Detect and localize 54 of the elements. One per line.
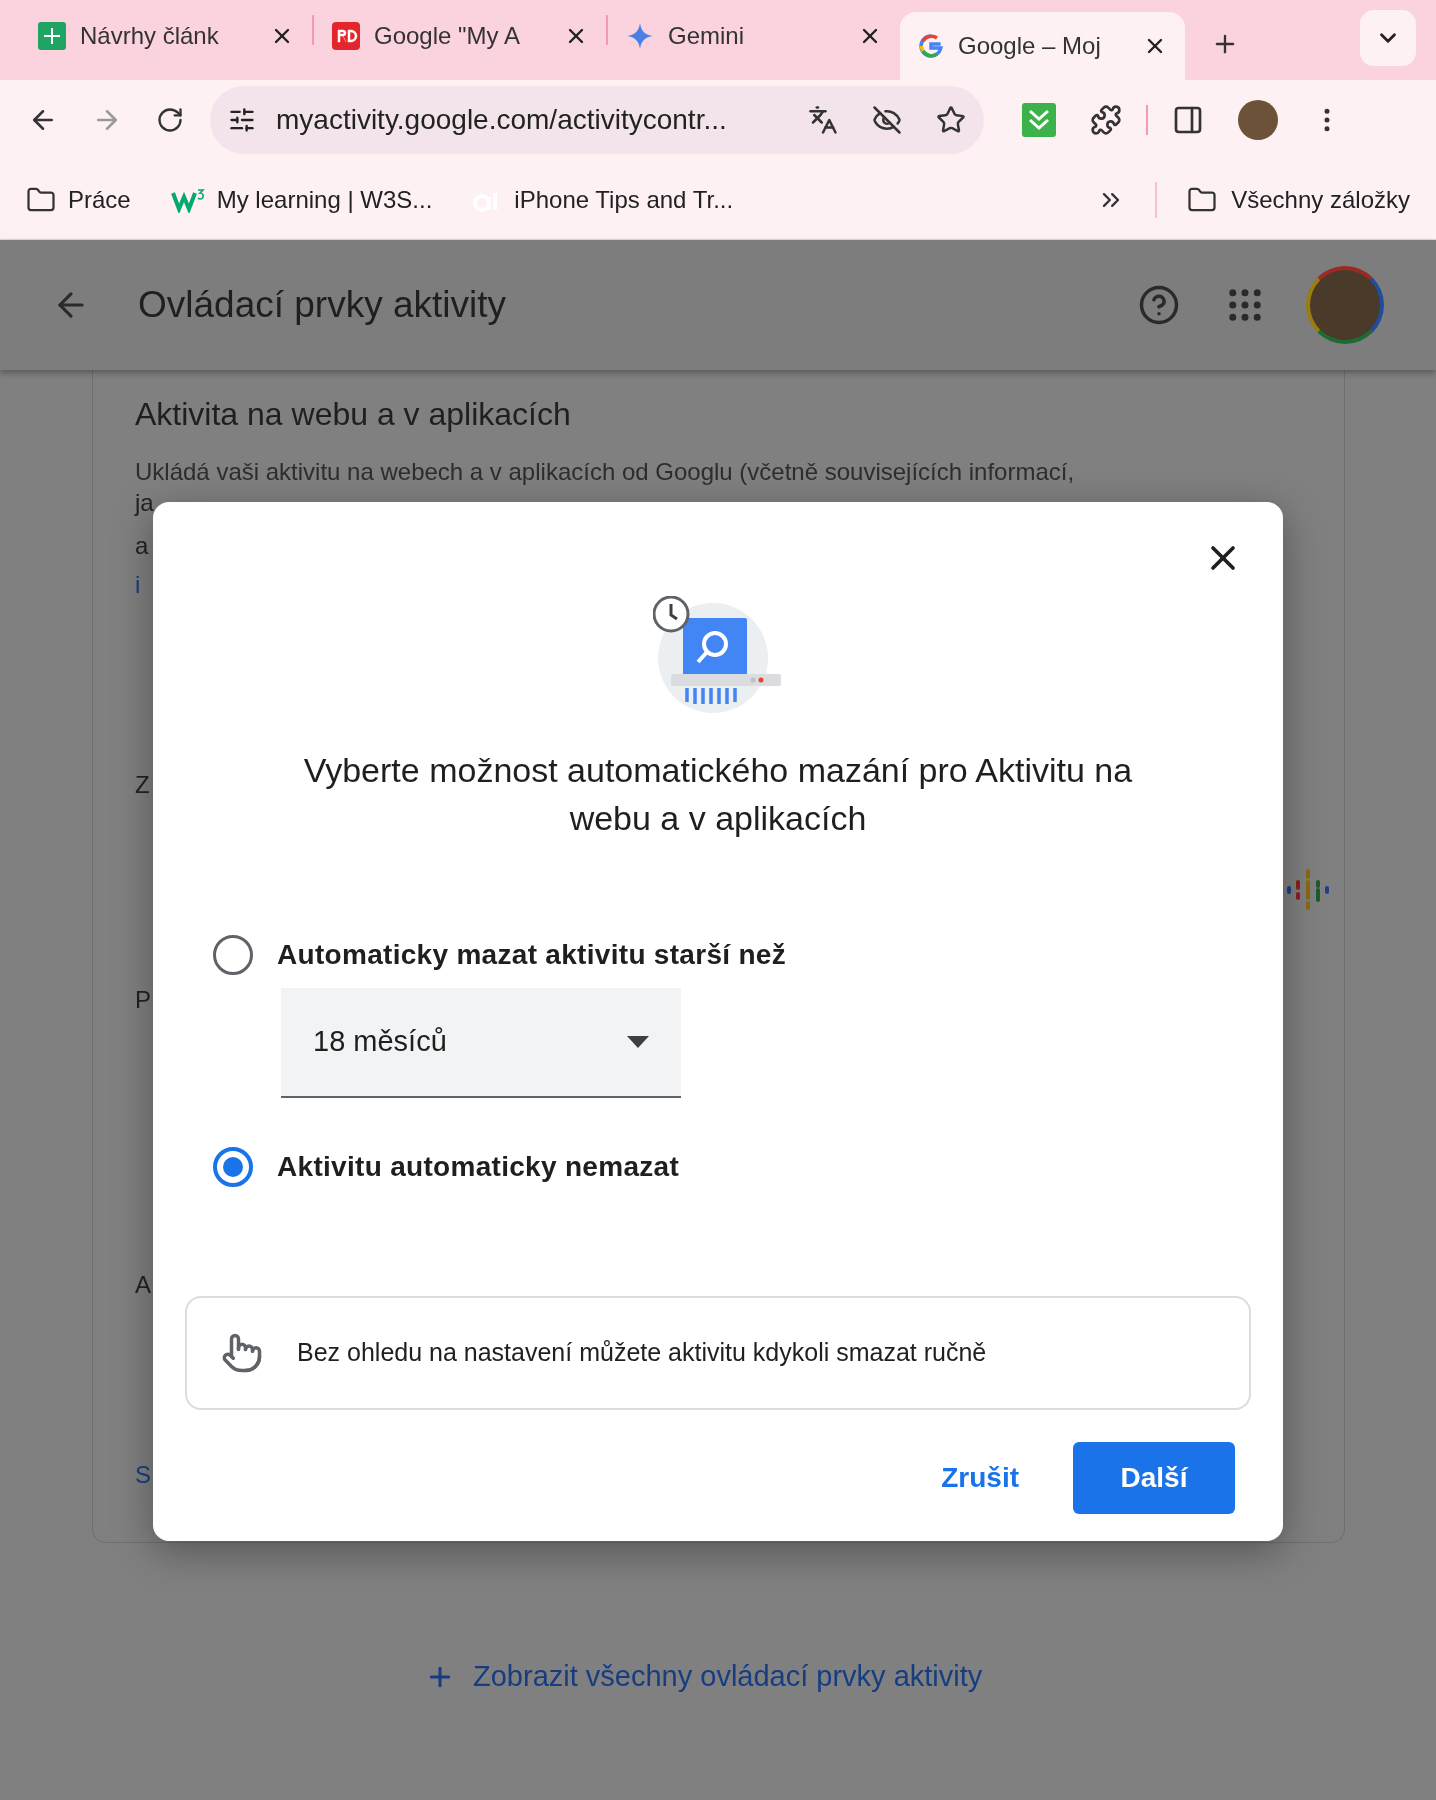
eye-off-icon[interactable] (872, 105, 902, 135)
text-fragment: Z (135, 772, 150, 798)
double-chevron-extension-icon[interactable] (1022, 103, 1056, 137)
help-icon[interactable] (1138, 284, 1180, 326)
tab-title: Návrhy článk (80, 21, 220, 51)
text-fragment: P (135, 987, 151, 1013)
all-bookmarks[interactable]: Všechny záložky (1187, 181, 1410, 218)
sparkle-icon (626, 22, 654, 50)
bookmark-label: My learning | W3S... (216, 184, 433, 215)
hand-pointer-icon (221, 1332, 263, 1374)
reload-icon[interactable] (156, 106, 184, 134)
radio-button[interactable] (213, 1147, 253, 1187)
rd-logo-icon (332, 22, 360, 50)
card-description: Ukládá vaši aktivitu na webech a v aplikacích od Googlu (včetně souvisejících informací, (135, 457, 1076, 487)
browser-tab[interactable]: Google – Moj (900, 12, 1185, 80)
url-text: myactivity.google.com/activitycontr... (276, 103, 728, 137)
translate-icon[interactable] (808, 105, 838, 135)
spreadsheet-icon (38, 22, 66, 50)
address-bar[interactable]: myactivity.google.com/activitycontr... (210, 86, 984, 154)
note-text: Bez ohledu na nastavení můžete aktivitu kdykoli smazat ručně (297, 1337, 987, 1369)
radio-option[interactable]: Aktivitu automaticky nemazat (213, 1146, 1283, 1188)
bookmark-label: iPhone Tips and Tr... (514, 184, 734, 215)
bookmark[interactable]: iPhone Tips and Tr... (472, 181, 734, 218)
browser-tab[interactable]: Gemini (608, 2, 900, 70)
radio-button[interactable] (213, 935, 253, 975)
page-title: Ovládací prvky aktivity (138, 283, 508, 328)
star-icon[interactable] (936, 105, 966, 135)
tab-title: Gemini (668, 21, 746, 51)
w3-logo-icon (170, 186, 205, 213)
bookmark[interactable]: Práce (26, 181, 131, 218)
caret-icon (627, 1036, 649, 1048)
browser-tab[interactable]: Návrhy článk (20, 2, 312, 70)
text-fragment: A (135, 1272, 151, 1298)
text-fragment: ja (135, 490, 154, 516)
dialog-title: Vyberte možnost automatického mazání pro Aktivitu na webu a v aplikacích (302, 750, 1134, 839)
side-panel-icon[interactable] (1172, 104, 1204, 136)
colored-bars-icon (1286, 868, 1330, 912)
text-fragment: a (135, 533, 149, 559)
cancel-button[interactable]: Zrušit (927, 1442, 1033, 1514)
bookmark[interactable]: My learning | W3S... (170, 181, 433, 218)
profile-avatar[interactable] (1238, 100, 1278, 140)
tab-title: Google "My A (374, 21, 521, 51)
dropdown-value: 18 měsíců (313, 1024, 448, 1060)
tab-title: Google – Moj (958, 31, 1102, 61)
radio-option[interactable]: Automaticky mazat aktivitu starší než (213, 934, 1283, 976)
duration-dropdown[interactable]: 18 měsíců (281, 988, 681, 1098)
bookmark-label: Všechny záložky (1231, 184, 1410, 215)
browser-tab[interactable]: Google "My A (314, 2, 606, 70)
card-heading: Aktivita na webu a v aplikacích (135, 395, 572, 434)
bookmark-label: Práce (68, 184, 131, 215)
puzzle-icon[interactable] (1090, 104, 1122, 136)
next-button[interactable]: Další (1073, 1442, 1235, 1514)
site-settings-icon[interactable] (228, 106, 256, 134)
google-g-icon (918, 33, 944, 59)
